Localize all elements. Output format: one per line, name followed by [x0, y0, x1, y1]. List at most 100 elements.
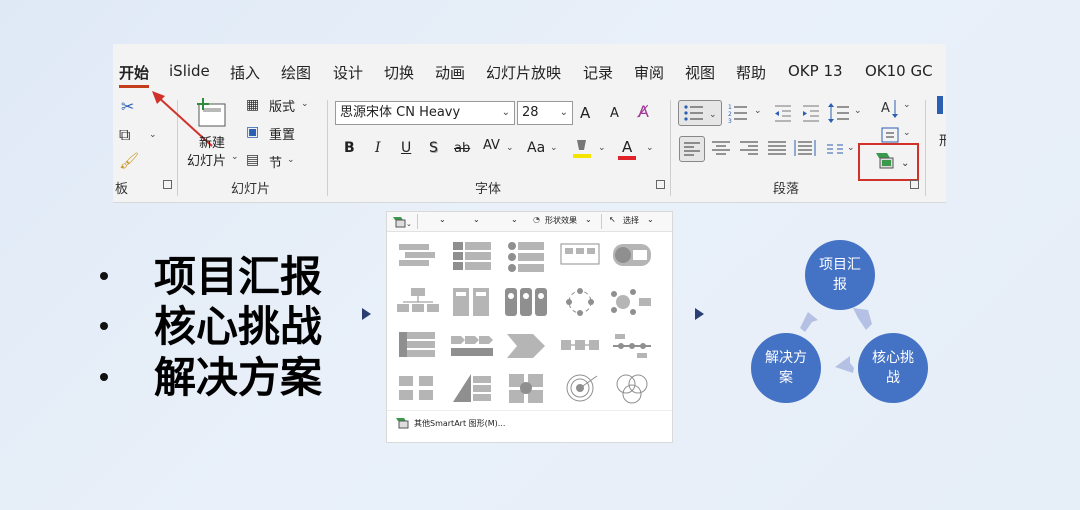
font-color-dropdown-icon[interactable]: ⌄	[646, 143, 654, 153]
layout-icon[interactable]: ▦	[246, 96, 259, 114]
new-slide-icon[interactable]	[193, 94, 231, 130]
new-slide-dropdown-icon[interactable]: ⌄	[231, 152, 239, 162]
chevron-down-icon[interactable]: ⌄	[647, 215, 654, 224]
smartart-layout-thumbnail[interactable]	[449, 282, 495, 322]
reset-icon[interactable]: ▣	[246, 123, 259, 141]
line-spacing-dropdown-icon[interactable]: ⌄	[854, 106, 862, 116]
text-direction-icon[interactable]: A	[879, 96, 901, 120]
smartart-layout-thumbnail[interactable]	[557, 236, 603, 276]
section-dropdown-icon[interactable]: ⌄	[287, 155, 295, 165]
smartart-layout-thumbnail[interactable]	[395, 282, 441, 322]
tab-home[interactable]: 开始	[119, 62, 150, 88]
text-direction-dropdown-icon[interactable]: ⌄	[903, 100, 911, 110]
font-launcher-icon[interactable]	[656, 180, 665, 189]
new-slide-label-1[interactable]: 新建	[199, 132, 225, 151]
clear-format-icon[interactable]: A̸	[638, 103, 649, 121]
highlight-icon[interactable]	[571, 136, 593, 162]
smartart-layout-thumbnail[interactable]	[609, 236, 655, 276]
next-group-icon[interactable]	[937, 96, 943, 114]
tab-ok10gc[interactable]: OK10 GC	[865, 62, 933, 80]
select-icon[interactable]: ↖	[609, 215, 616, 224]
bullets-button[interactable]: ⌄	[678, 100, 722, 126]
tab-review[interactable]: 审阅	[634, 62, 664, 83]
char-spacing-dropdown-icon[interactable]: ⌄	[506, 143, 514, 153]
smartart-layout-thumbnail[interactable]	[395, 236, 441, 276]
copy-icon[interactable]: ⧉	[119, 126, 130, 144]
smartart-layout-thumbnail[interactable]	[449, 368, 495, 408]
char-spacing-button[interactable]: AV	[483, 138, 500, 153]
highlight-dropdown-icon[interactable]: ⌄	[598, 143, 606, 153]
section-button[interactable]: 节	[269, 152, 282, 171]
numbering-icon[interactable]: 123	[727, 102, 751, 125]
new-slide-label-2[interactable]: 幻灯片	[187, 150, 226, 169]
columns-dropdown-icon[interactable]: ⌄	[847, 143, 855, 153]
tab-design[interactable]: 设计	[333, 62, 363, 83]
shrink-font-button[interactable]: A	[610, 106, 619, 121]
smartart-layout-thumbnail[interactable]	[557, 282, 603, 322]
shape-effects-icon[interactable]: ◔	[533, 215, 540, 224]
tab-help[interactable]: 帮助	[736, 62, 766, 83]
layout-dropdown-icon[interactable]: ⌄	[301, 99, 309, 109]
distributed-icon[interactable]	[793, 137, 817, 161]
reset-button[interactable]: 重置	[269, 124, 295, 143]
align-right-icon[interactable]	[737, 137, 761, 161]
align-text-dropdown-icon[interactable]: ⌄	[903, 128, 911, 138]
format-painter-icon[interactable]: 🖌	[119, 152, 139, 170]
smartart-layout-thumbnail[interactable]	[449, 236, 495, 276]
tab-islide[interactable]: iSlide	[169, 62, 210, 80]
clipboard-launcher-icon[interactable]	[163, 180, 172, 189]
smartart-layout-thumbnail[interactable]	[609, 368, 655, 408]
smartart-icon[interactable]: ⌄	[391, 215, 413, 228]
grow-font-button[interactable]: A	[580, 104, 590, 122]
smartart-layout-thumbnail[interactable]	[557, 326, 603, 366]
tab-insert[interactable]: 插入	[230, 62, 260, 83]
font-size-combo[interactable]: 28 ⌄	[517, 101, 573, 125]
tab-view[interactable]: 视图	[685, 62, 715, 83]
chevron-down-icon[interactable]: ⌄	[439, 215, 446, 224]
italic-button[interactable]: I	[375, 140, 381, 156]
tab-okp13[interactable]: OKP 13	[788, 62, 843, 80]
smartart-layout-thumbnail[interactable]	[395, 326, 441, 366]
font-name-combo[interactable]: 思源宋体 CN Heavy ⌄	[335, 101, 515, 125]
font-color-button[interactable]: A	[622, 138, 632, 156]
decrease-indent-icon[interactable]	[773, 102, 793, 124]
tab-record[interactable]: 记录	[583, 62, 613, 83]
more-smartart-button[interactable]: 其他SmartArt 图形(M)...	[414, 418, 505, 429]
smartart-layout-thumbnail[interactable]	[503, 326, 549, 366]
smartart-layout-thumbnail[interactable]	[503, 368, 549, 408]
smartart-layout-thumbnail[interactable]	[449, 326, 495, 366]
bold-button[interactable]: B	[344, 140, 355, 156]
chevron-down-icon[interactable]: ⌄	[511, 215, 518, 224]
tab-slideshow[interactable]: 幻灯片放映	[486, 62, 561, 83]
shadow-button[interactable]: S	[429, 140, 438, 156]
tab-transitions[interactable]: 切换	[384, 62, 414, 83]
tab-draw[interactable]: 绘图	[281, 62, 311, 83]
paragraph-launcher-icon[interactable]	[910, 180, 919, 189]
underline-button[interactable]: U	[401, 140, 411, 156]
line-spacing-icon[interactable]	[827, 102, 851, 124]
section-icon[interactable]: ▤	[246, 151, 259, 169]
shape-effects-button[interactable]: 形状效果	[545, 215, 577, 226]
smartart-layout-thumbnail[interactable]	[609, 326, 655, 366]
select-button[interactable]: 选择	[623, 215, 639, 226]
justify-icon[interactable]	[765, 137, 789, 161]
align-center-icon[interactable]	[709, 137, 733, 161]
layout-button[interactable]: 版式	[269, 96, 295, 115]
chevron-down-icon[interactable]: ⌄	[473, 215, 480, 224]
columns-icon[interactable]	[825, 139, 845, 159]
numbering-dropdown-icon[interactable]: ⌄	[754, 106, 762, 116]
smartart-layout-thumbnail[interactable]	[503, 236, 549, 276]
align-left-button[interactable]	[679, 136, 705, 162]
chevron-down-icon[interactable]: ⌄	[585, 215, 592, 224]
smartart-layout-thumbnail[interactable]	[395, 368, 441, 408]
tab-animations[interactable]: 动画	[435, 62, 465, 83]
change-case-dropdown-icon[interactable]: ⌄	[550, 143, 558, 153]
convert-to-smartart-button[interactable]: ⌄	[858, 143, 919, 181]
strikethrough-button[interactable]: ab	[454, 141, 470, 156]
smartart-layout-thumbnail[interactable]	[557, 368, 603, 408]
cut-icon[interactable]: ✂	[121, 98, 134, 116]
smartart-layout-thumbnail[interactable]	[609, 282, 655, 322]
change-case-button[interactable]: Aa	[527, 140, 545, 156]
smartart-layout-thumbnail[interactable]	[503, 282, 549, 322]
increase-indent-icon[interactable]	[801, 102, 821, 124]
